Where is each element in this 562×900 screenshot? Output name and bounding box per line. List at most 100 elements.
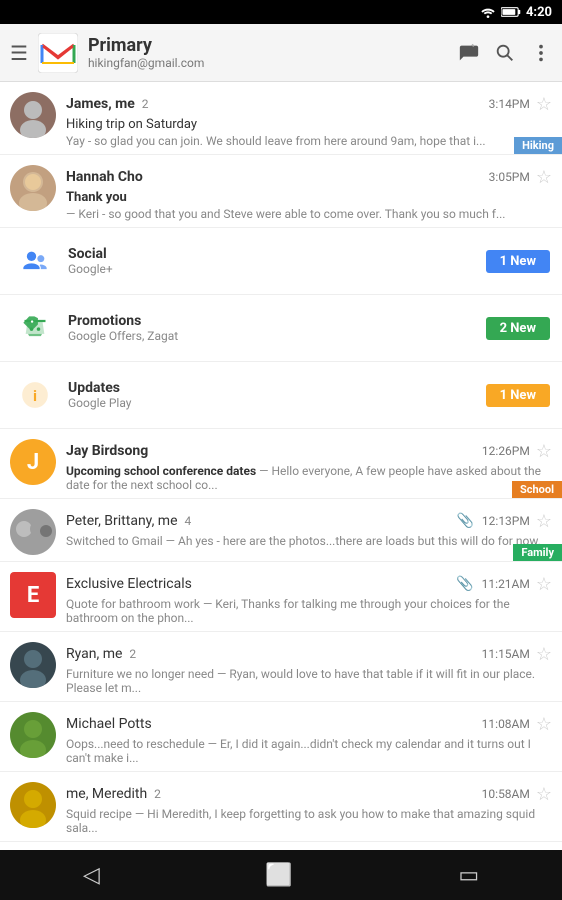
email-row[interactable]: E Exclusive Electricals 📎 11:21AM ☆ Quot… xyxy=(0,562,562,632)
email-time: 11:15AM xyxy=(482,647,530,661)
email-row[interactable]: Peter, Brittany, me 4 📎 12:13PM ☆ Switch… xyxy=(0,499,562,562)
email-time: 11:08AM xyxy=(482,717,530,731)
avatar: J xyxy=(10,439,56,485)
star-button[interactable]: ☆ xyxy=(536,511,552,532)
category-name: Social xyxy=(68,246,486,262)
star-button[interactable]: ☆ xyxy=(536,644,552,665)
email-content: James, me 2 3:14PM ☆ Hiking trip on Satu… xyxy=(66,92,552,148)
email-sender: James, me 2 xyxy=(66,96,149,112)
page-title: Primary xyxy=(88,35,458,56)
email-sender: Ryan, me 2 xyxy=(66,646,136,662)
email-top: Peter, Brittany, me 4 📎 12:13PM ☆ xyxy=(66,509,552,532)
home-button[interactable]: ⬜ xyxy=(245,855,312,896)
email-top-right: 3:05PM ☆ xyxy=(485,165,552,188)
email-top: Michael Potts 11:08AM ☆ xyxy=(66,712,552,735)
status-bar: 4:20 xyxy=(0,0,562,24)
category-sub: Google Play xyxy=(68,396,486,410)
category-info: Social Google+ xyxy=(68,246,486,276)
new-badge: 1 New xyxy=(486,250,550,273)
email-row[interactable]: James, me 2 3:14PM ☆ Hiking trip on Satu… xyxy=(0,82,562,155)
email-row[interactable]: me .. Michael, Phil, Meredith 6 Feb 26 ☆ xyxy=(0,842,562,850)
battery-icon xyxy=(501,6,521,18)
header-title-block: Primary hikingfan@gmail.com xyxy=(88,35,458,70)
wifi-icon xyxy=(480,6,496,18)
category-name: Updates xyxy=(68,380,486,396)
email-top-right: 11:15AM ☆ xyxy=(478,642,552,665)
category-row-promotions[interactable]: Promotions Google Offers, Zagat 2 New xyxy=(0,295,562,362)
email-content: Michael Potts 11:08AM ☆ Oops...need to r… xyxy=(66,712,552,765)
bottom-nav: ◁ ⬜ ▭ xyxy=(0,850,562,900)
new-badge: 2 New xyxy=(486,317,550,340)
email-content: me, Meredith 2 10:58AM ☆ Squid recipe — … xyxy=(66,782,552,835)
avatar xyxy=(10,92,56,138)
email-row[interactable]: Ryan, me 2 11:15AM ☆ Furniture we no lon… xyxy=(0,632,562,702)
email-top: Jay Birdsong 12:26PM ☆ xyxy=(66,439,552,462)
email-top: Ryan, me 2 11:15AM ☆ xyxy=(66,642,552,665)
email-list: James, me 2 3:14PM ☆ Hiking trip on Satu… xyxy=(0,82,562,850)
email-top-right: 📎 11:21AM ☆ xyxy=(456,572,552,595)
attachment-icon: 📎 xyxy=(456,576,473,592)
email-sender: Hannah Cho xyxy=(66,169,143,185)
email-content: Jay Birdsong 12:26PM ☆ Upcoming school c… xyxy=(66,439,552,492)
category-row-updates[interactable]: i Updates Google Play 1 New xyxy=(0,362,562,429)
email-top-right: 11:08AM ☆ xyxy=(478,712,552,735)
email-row[interactable]: Hannah Cho 3:05PM ☆ Thank you — Keri - s… xyxy=(0,155,562,228)
header-actions xyxy=(458,42,552,64)
email-time: 12:13PM xyxy=(482,514,530,528)
back-button[interactable]: ◁ xyxy=(63,855,120,896)
email-time: 3:05PM xyxy=(489,170,530,184)
gmail-logo xyxy=(38,33,78,73)
avatar xyxy=(10,642,56,688)
email-preview: Furniture we no longer need — Ryan, woul… xyxy=(66,667,552,695)
email-top-right: 12:26PM ☆ xyxy=(478,439,552,462)
menu-button[interactable]: ☰ xyxy=(10,41,28,65)
email-row[interactable]: Michael Potts 11:08AM ☆ Oops...need to r… xyxy=(0,702,562,772)
star-button[interactable]: ☆ xyxy=(536,714,552,735)
email-content: Ryan, me 2 11:15AM ☆ Furniture we no lon… xyxy=(66,642,552,695)
star-button[interactable]: ☆ xyxy=(536,784,552,805)
email-top: me, Meredith 2 10:58AM ☆ xyxy=(66,782,552,805)
email-tag: School xyxy=(512,481,562,498)
star-button[interactable]: ☆ xyxy=(536,167,552,188)
avatar: E xyxy=(10,572,56,618)
email-subject: Thank you xyxy=(66,190,552,205)
email-preview: — Keri - so good that you and Steve were… xyxy=(66,207,552,221)
more-button[interactable] xyxy=(530,42,552,64)
email-preview: Oops...need to reschedule — Er, I did it… xyxy=(66,737,552,765)
star-button[interactable]: ☆ xyxy=(536,441,552,462)
email-preview: Switched to Gmail — Ah yes - here are th… xyxy=(66,534,552,548)
email-top-right: 3:14PM ☆ xyxy=(485,92,552,115)
email-tag: Hiking xyxy=(514,137,562,154)
header: ☰ Primary hikingfan@gmail.com xyxy=(0,24,562,82)
email-time: 3:14PM xyxy=(489,97,530,111)
avatar xyxy=(10,165,56,211)
compose-button[interactable] xyxy=(458,42,480,64)
updates-icon: i xyxy=(12,372,58,418)
email-row[interactable]: me, Meredith 2 10:58AM ☆ Squid recipe — … xyxy=(0,772,562,842)
status-time: 4:20 xyxy=(526,5,552,20)
promotions-icon xyxy=(12,305,58,351)
email-subject: Hiking trip on Saturday xyxy=(66,117,552,132)
email-sender: me, Meredith 2 xyxy=(66,786,161,802)
social-icon xyxy=(12,238,58,284)
email-content: Exclusive Electricals 📎 11:21AM ☆ Quote … xyxy=(66,572,552,625)
category-row-social[interactable]: Social Google+ 1 New xyxy=(0,228,562,295)
star-button[interactable]: ☆ xyxy=(536,94,552,115)
email-sender: Jay Birdsong xyxy=(66,443,148,459)
email-preview: Quote for bathroom work — Keri, Thanks f… xyxy=(66,597,552,625)
email-sender: Peter, Brittany, me 4 xyxy=(66,513,191,529)
email-top: James, me 2 3:14PM ☆ xyxy=(66,92,552,115)
email-row[interactable]: J Jay Birdsong 12:26PM ☆ Upcoming school… xyxy=(0,429,562,499)
email-top: Exclusive Electricals 📎 11:21AM ☆ xyxy=(66,572,552,595)
email-preview: Yay - so glad you can join. We should le… xyxy=(66,134,552,148)
svg-text:i: i xyxy=(33,387,37,405)
category-sub: Google Offers, Zagat xyxy=(68,329,486,343)
star-button[interactable]: ☆ xyxy=(536,574,552,595)
search-button[interactable] xyxy=(494,42,516,64)
email-time: 11:21AM xyxy=(482,577,530,591)
recents-button[interactable]: ▭ xyxy=(438,855,499,896)
category-name: Promotions xyxy=(68,313,486,329)
avatar xyxy=(10,509,56,555)
email-tag: Family xyxy=(513,544,562,561)
status-icons: 4:20 xyxy=(480,5,552,20)
